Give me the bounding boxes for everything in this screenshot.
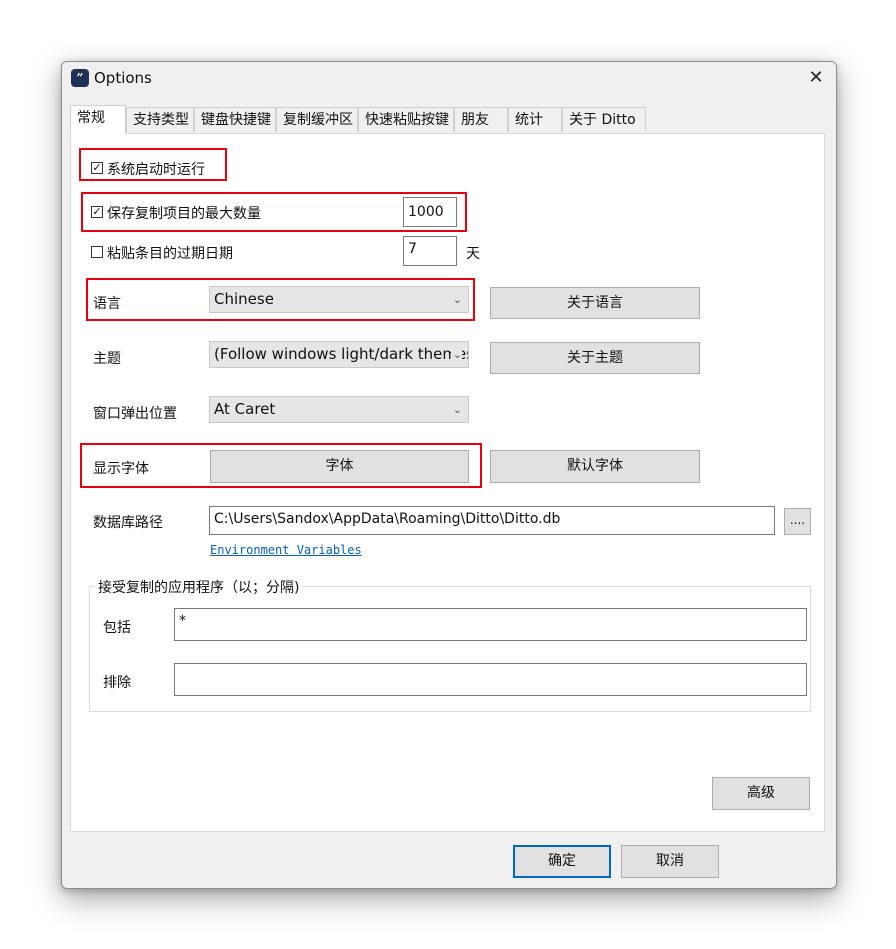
tab-general[interactable]: 常规 (70, 105, 126, 134)
exclude-input[interactable] (174, 663, 807, 696)
general-panel: ✓ 系统启动时运行 ✓ 保存复制项目的最大数量 1000 粘贴条目的过期日期 7… (70, 133, 825, 832)
popup-position-select[interactable]: At Caret ⌄ (209, 396, 469, 423)
tab-supported-types[interactable]: 支持类型 (126, 107, 194, 132)
expire-days-input[interactable]: 7 (403, 236, 457, 266)
chevron-down-icon: ⌄ (450, 342, 462, 367)
tab-about-ditto[interactable]: 关于 Ditto (562, 107, 646, 132)
expire-checkbox[interactable] (91, 246, 103, 258)
db-path-label: 数据库路径 (93, 515, 163, 531)
popup-position-select-value: At Caret (214, 400, 276, 418)
title-bar[interactable]: ” Options ✕ (62, 62, 836, 95)
language-select-value: Chinese (214, 290, 274, 308)
popup-position-label: 窗口弹出位置 (93, 406, 177, 422)
run-on-startup-checkbox[interactable]: ✓ (91, 162, 103, 174)
ok-button[interactable]: 确定 (513, 845, 611, 878)
about-language-button[interactable]: 关于语言 (490, 287, 700, 319)
window-title: Options (94, 69, 152, 87)
tab-stats[interactable]: 统计 (508, 107, 562, 132)
tab-quick-paste-keys[interactable]: 快速粘贴按键 (358, 107, 454, 132)
tab-friends[interactable]: 朋友 (454, 107, 508, 132)
tab-copy-buffers[interactable]: 复制缓冲区 (276, 107, 358, 132)
close-icon[interactable]: ✕ (796, 62, 836, 95)
max-saved-input[interactable]: 1000 (403, 197, 457, 227)
options-window: ” Options ✕ 常规 支持类型 键盘快捷键 复制缓冲区 快速粘贴按键 朋… (61, 61, 837, 889)
db-path-input[interactable]: C:\Users\Sandox\AppData\Roaming\Ditto\Di… (209, 506, 775, 535)
font-button[interactable]: 字体 (210, 450, 469, 483)
font-label: 显示字体 (93, 461, 149, 477)
chevron-down-icon: ⌄ (450, 287, 462, 312)
advanced-button[interactable]: 高级 (712, 777, 810, 810)
about-theme-button[interactable]: 关于主题 (490, 342, 700, 374)
max-saved-checkbox[interactable]: ✓ (91, 206, 103, 218)
max-saved-label: 保存复制项目的最大数量 (107, 206, 261, 222)
language-label: 语言 (93, 296, 121, 312)
ditto-app-icon: ” (71, 69, 89, 87)
include-input[interactable]: * (174, 608, 807, 641)
theme-select-value: (Follow windows light/dark themes) (214, 345, 469, 363)
chevron-down-icon: ⌄ (450, 397, 462, 422)
theme-label: 主题 (93, 351, 121, 367)
db-path-browse-button[interactable]: .... (784, 508, 811, 535)
language-select[interactable]: Chinese ⌄ (209, 286, 469, 313)
cancel-button[interactable]: 取消 (621, 845, 719, 878)
expire-days-unit: 天 (466, 246, 480, 262)
run-on-startup-label: 系统启动时运行 (107, 162, 205, 178)
include-label: 包括 (103, 620, 131, 636)
tab-keyboard-shortcuts[interactable]: 键盘快捷键 (194, 107, 276, 132)
expire-label: 粘贴条目的过期日期 (107, 246, 233, 262)
default-font-button[interactable]: 默认字体 (490, 450, 700, 483)
exclude-label: 排除 (103, 675, 131, 691)
theme-select[interactable]: (Follow windows light/dark themes) ⌄ (209, 341, 469, 368)
accepted-apps-title: 接受复制的应用程序（以；分隔) (95, 577, 303, 597)
environment-variables-link[interactable]: Environment Variables (210, 543, 362, 557)
